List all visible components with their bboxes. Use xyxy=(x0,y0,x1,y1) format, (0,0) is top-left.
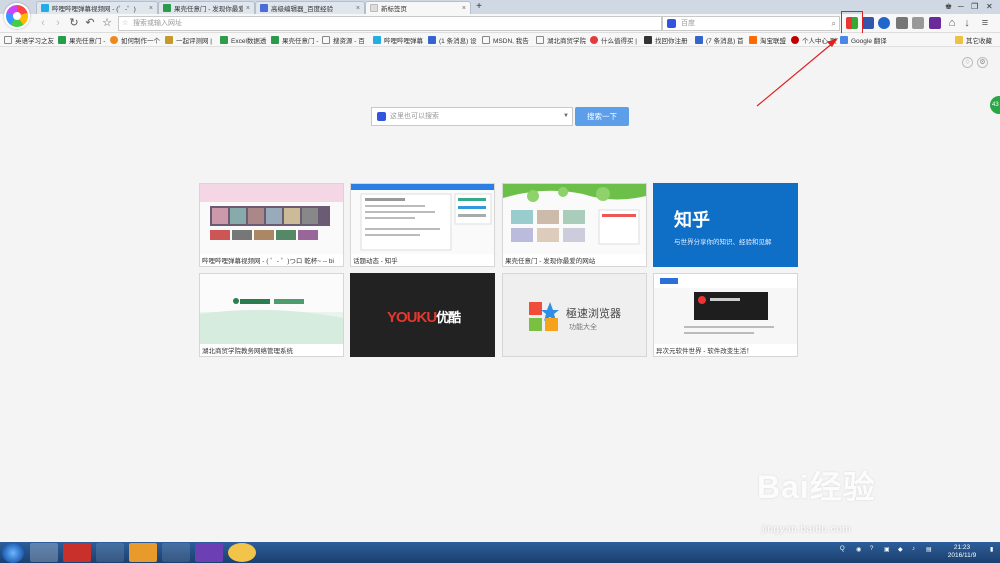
watermark: Bai经验 xyxy=(757,469,876,505)
show-desktop-icon[interactable]: ▮ xyxy=(990,546,993,553)
input-method-icon[interactable]: Q xyxy=(840,546,845,552)
tile-caption: 果壳任意门 - 发现你最爱的网站 xyxy=(505,258,596,265)
tile-thumbnail xyxy=(503,184,646,254)
app-icon[interactable] xyxy=(129,543,157,562)
zhihu-logo: 知乎 xyxy=(674,210,710,230)
speed-dial-tile[interactable]: 果壳任意门 - 发现你最爱的网站 xyxy=(502,183,647,267)
tile-thumbnail xyxy=(351,184,494,254)
tile-thumbnail xyxy=(200,184,343,254)
bird-icon[interactable] xyxy=(162,543,190,562)
browser-taskbar-icon[interactable] xyxy=(30,543,58,562)
tile-caption: 湖北商贸学院教务网络管理系统 xyxy=(202,348,293,355)
speed-dial-tile[interactable]: 哔哩哔哩弹幕视频网 - ( ゜- ゜)つロ 乾杯~ -- bi xyxy=(199,183,344,267)
tile-thumbnail xyxy=(200,274,343,344)
clock[interactable]: 21:23 2016/11/9 xyxy=(940,544,984,560)
tile-thumbnail xyxy=(654,274,797,344)
speed-dial-tile[interactable]: 话题动态 - 知乎 xyxy=(350,183,495,267)
search-button[interactable]: 搜索一下 xyxy=(575,107,629,126)
youku-logo: YOUKU优酷 xyxy=(387,309,461,326)
zhihu-slogan: 与世界分享你的知识、经验和见解 xyxy=(674,239,772,246)
tray-icon[interactable]: ▣ xyxy=(884,546,890,553)
main-search-input[interactable]: 这里也可以搜索 ▼ xyxy=(371,107,573,126)
cloud-icon[interactable] xyxy=(96,543,124,562)
visual-studio-icon[interactable] xyxy=(195,543,223,562)
tile-caption: 异次元软件世界 - 软件改变生活！ xyxy=(656,348,753,355)
tile-subtitle: 功能大全 xyxy=(569,324,597,331)
tile-title: 極速浏览器 xyxy=(566,308,621,320)
help-icon[interactable]: ? xyxy=(870,546,873,552)
browser-logo-icon[interactable] xyxy=(4,3,30,29)
start-button[interactable] xyxy=(2,543,24,563)
grid-logo-icon xyxy=(529,302,559,331)
speed-dial-tile[interactable]: YOUKU优酷 xyxy=(350,273,495,357)
volume-icon[interactable]: ♪ xyxy=(912,546,915,552)
speed-dial-tile[interactable]: 知乎 与世界分享你的知识、经验和见解 xyxy=(653,183,798,267)
paint-icon[interactable] xyxy=(228,543,256,562)
taskbar: Q ◉ ? ▣ ◆ ♪ ▤ ▮ xyxy=(0,542,1000,563)
tray-icon[interactable]: ◉ xyxy=(856,546,861,553)
speed-dial-tile[interactable]: 極速浏览器 功能大全 xyxy=(502,273,647,357)
speed-dial-tile[interactable]: 湖北商贸学院教务网络管理系统 xyxy=(199,273,344,357)
network-icon[interactable]: ▤ xyxy=(926,546,932,553)
speed-dial-tile[interactable]: 异次元软件世界 - 软件改变生活！ xyxy=(653,273,798,357)
tile-caption: 话题动态 - 知乎 xyxy=(353,258,398,265)
tray-icon[interactable]: ◆ xyxy=(898,546,903,553)
watermark-url: jingyan.baidu.com xyxy=(762,524,852,535)
baidu-paw-icon xyxy=(377,112,386,121)
chevron-down-icon[interactable]: ▼ xyxy=(563,108,569,125)
netease-music-icon[interactable] xyxy=(63,543,91,562)
tile-caption: 哔哩哔哩弹幕视频网 - ( ゜- ゜)つロ 乾杯~ -- bi xyxy=(202,258,334,265)
